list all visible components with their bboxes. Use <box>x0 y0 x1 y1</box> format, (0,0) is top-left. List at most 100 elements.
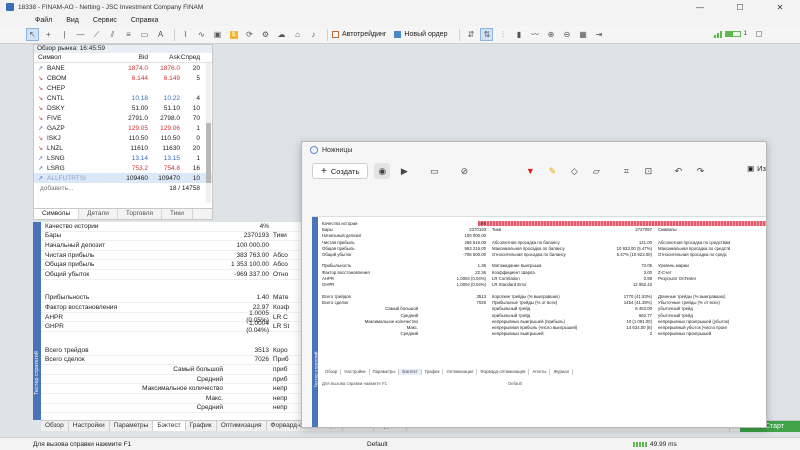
market-watch-row[interactable]: ↗ LSNG 13.14 13.15 1 <box>34 153 212 163</box>
symbol-name: CHEP <box>47 84 66 92</box>
tab-ticks[interactable]: Тики <box>162 209 193 219</box>
menu-help[interactable]: Справка <box>131 17 158 24</box>
text-actions-icon[interactable]: ⊡ <box>640 163 656 179</box>
chart-window-icon[interactable]: ▣ <box>211 28 224 41</box>
shot-value-2: 8 453.00 <box>635 306 652 312</box>
result-extra-label: непр <box>273 385 288 393</box>
minimize-button[interactable]: — <box>680 0 720 14</box>
column-spread[interactable]: Спред <box>180 54 204 61</box>
strategy-icon[interactable]: ⚙ <box>259 28 272 41</box>
vertical-line-icon[interactable]: | <box>58 28 71 41</box>
highlighter-icon[interactable]: ✎ <box>544 163 560 179</box>
shot-row: Общий убыток -706 600.00 Относительная про… <box>322 251 766 257</box>
zoom-in-icon[interactable]: ⊕ <box>544 28 557 41</box>
market-watch-row[interactable]: ↘ CHEP <box>34 83 212 93</box>
market-watch-row[interactable]: ↗ GAZP 129.05 129.06 1 <box>34 123 212 133</box>
bar-chart-icon[interactable]: ⫶ <box>496 28 509 41</box>
camera-icon[interactable]: ◉ <box>374 163 391 179</box>
delay-icon[interactable]: ⊘ <box>456 163 472 179</box>
shot-value-2: 2 <box>649 331 652 337</box>
result-extra-label: LR St <box>273 323 290 331</box>
menu-view[interactable]: Вид <box>66 17 79 24</box>
channel-icon[interactable]: ⫽ <box>106 28 119 41</box>
refresh-icon[interactable]: ⟳ <box>243 28 256 41</box>
tester-tab[interactable]: Оптимизация <box>217 421 267 431</box>
market-watch-row[interactable]: ↘ DSKY 51.00 51.10 10 <box>34 103 212 113</box>
text-tool-icon[interactable]: A <box>154 28 167 41</box>
ruler-icon[interactable]: ▱ <box>588 163 604 179</box>
market-watch-scrollbar[interactable] <box>206 63 211 203</box>
zoom-out-icon[interactable]: ⊖ <box>560 28 573 41</box>
symbol-name: GAZP <box>47 124 65 132</box>
result-value: 1 353 100.00 <box>231 261 269 269</box>
trendline-icon[interactable]: ⟋ <box>90 28 103 41</box>
tester-tab[interactable]: Параметры <box>110 421 154 431</box>
bell-icon[interactable]: ♪ <box>307 28 320 41</box>
tester-tab[interactable]: Бэктест <box>153 421 186 431</box>
market-watch-row[interactable]: ↘ CBOM 6.144 6.149 5 <box>34 73 212 83</box>
column-bid[interactable]: Bid <box>116 54 148 61</box>
line-chart-icon[interactable]: 〰 <box>528 28 541 41</box>
cloud-icon[interactable]: ☁ <box>275 28 288 41</box>
candles-icon[interactable]: ▮ <box>512 28 525 41</box>
arrow-down-icon: ↘ <box>38 85 44 92</box>
column-symbol[interactable]: Символ <box>34 54 116 61</box>
tester-tab[interactable]: Настройки <box>69 421 110 431</box>
tab-symbols[interactable]: Символы <box>34 209 80 219</box>
market-watch-row[interactable]: ↘ CNTL 10.18 10.22 4 <box>34 93 212 103</box>
tile-windows-icon[interactable]: ▦ <box>576 28 589 41</box>
arrow-down-icon: ↘ <box>38 75 44 82</box>
snip-mode-icon[interactable]: ▭ <box>426 163 442 179</box>
new-order-button[interactable]: Новый ордер <box>394 31 447 38</box>
tester-tab[interactable]: График <box>186 421 217 431</box>
shot-value-2: 1770 (41.53%) <box>623 293 652 299</box>
fibonacci-icon[interactable]: ≡ <box>122 28 135 41</box>
menu-service[interactable]: Сервис <box>93 17 117 24</box>
shot-label: Самый большой <box>385 306 418 312</box>
market-watch-row[interactable]: ↗ BANE 1874.0 1876.0 20 <box>34 63 212 73</box>
shot-row: Всего сделок 7026 Прибыльные трейды (% от … <box>322 299 766 305</box>
market-watch-row[interactable]: ↘ ISKJ 110.50 110.50 0 <box>34 133 212 143</box>
symbol-name: CBOM <box>47 74 67 82</box>
chart-type-icon[interactable]: ⌇ <box>179 28 192 41</box>
shot-value: 1.36 <box>477 263 486 269</box>
shot-tab: Форвард-оптимизация <box>477 369 530 375</box>
market-watch-row[interactable]: ↘ LNZL 11610 11630 20 <box>34 143 212 153</box>
market-icon[interactable]: ⌂ <box>291 28 304 41</box>
cursor-icon[interactable]: ↖ <box>26 28 39 41</box>
tester-tab[interactable]: Обзор <box>41 421 69 431</box>
market-watch-row[interactable]: ↘ FIVE 2791.0 2798.0 70 <box>34 113 212 123</box>
result-label: Средний <box>196 375 223 383</box>
menu-file[interactable]: Файл <box>35 17 52 24</box>
algo-trading-button[interactable]: Автотрейдинг <box>332 31 386 38</box>
edit-in-button[interactable]: ▣ Из <box>747 164 766 173</box>
column-ask[interactable]: Ask <box>148 54 180 61</box>
redo-icon[interactable]: ↷ <box>692 163 708 179</box>
results-row: GHPR 1.0004 (0.04%) LR St <box>41 320 301 334</box>
indicators-icon[interactable]: ∿ <box>195 28 208 41</box>
layout-icon[interactable] <box>756 31 762 37</box>
market-watch-row[interactable]: ↗ LSRG 753.2 754.8 16 <box>34 163 212 173</box>
shapes-icon[interactable]: ▭ <box>138 28 151 41</box>
templates-icon[interactable]: $ <box>227 28 240 41</box>
create-button[interactable]: + Создать <box>312 163 369 179</box>
crop-icon[interactable]: ⌗ <box>618 163 634 179</box>
zoom-icon[interactable]: ⇵ <box>464 28 477 41</box>
tab-trading[interactable]: Торговля <box>118 209 163 219</box>
tab-details[interactable]: Детали <box>79 209 118 219</box>
market-watch-row[interactable]: ↗ ALLFUTRTSI 109460 109470 10 <box>34 173 212 183</box>
undo-icon[interactable]: ↶ <box>670 163 686 179</box>
scrollbar-thumb[interactable] <box>206 123 211 183</box>
eraser-icon[interactable]: ◇ <box>566 163 582 179</box>
shot-row: Общая прибыль 963 216.00 Максимальная прос… <box>322 245 766 251</box>
maximize-button[interactable]: ☐ <box>720 0 760 14</box>
autoscroll-icon[interactable]: ⇥ <box>592 28 605 41</box>
shot-label: Качество истории <box>322 220 358 226</box>
close-button[interactable]: ✕ <box>760 0 800 14</box>
horizontal-line-icon[interactable]: — <box>74 28 87 41</box>
pen-icon[interactable]: ▼ <box>522 163 538 179</box>
one-click-trading-icon[interactable]: ⇅ <box>480 28 494 41</box>
add-symbol-row[interactable]: добавить... 18 / 14758 <box>34 183 212 193</box>
crosshair-icon[interactable]: + <box>42 28 55 41</box>
video-icon[interactable]: ▶ <box>396 163 412 179</box>
